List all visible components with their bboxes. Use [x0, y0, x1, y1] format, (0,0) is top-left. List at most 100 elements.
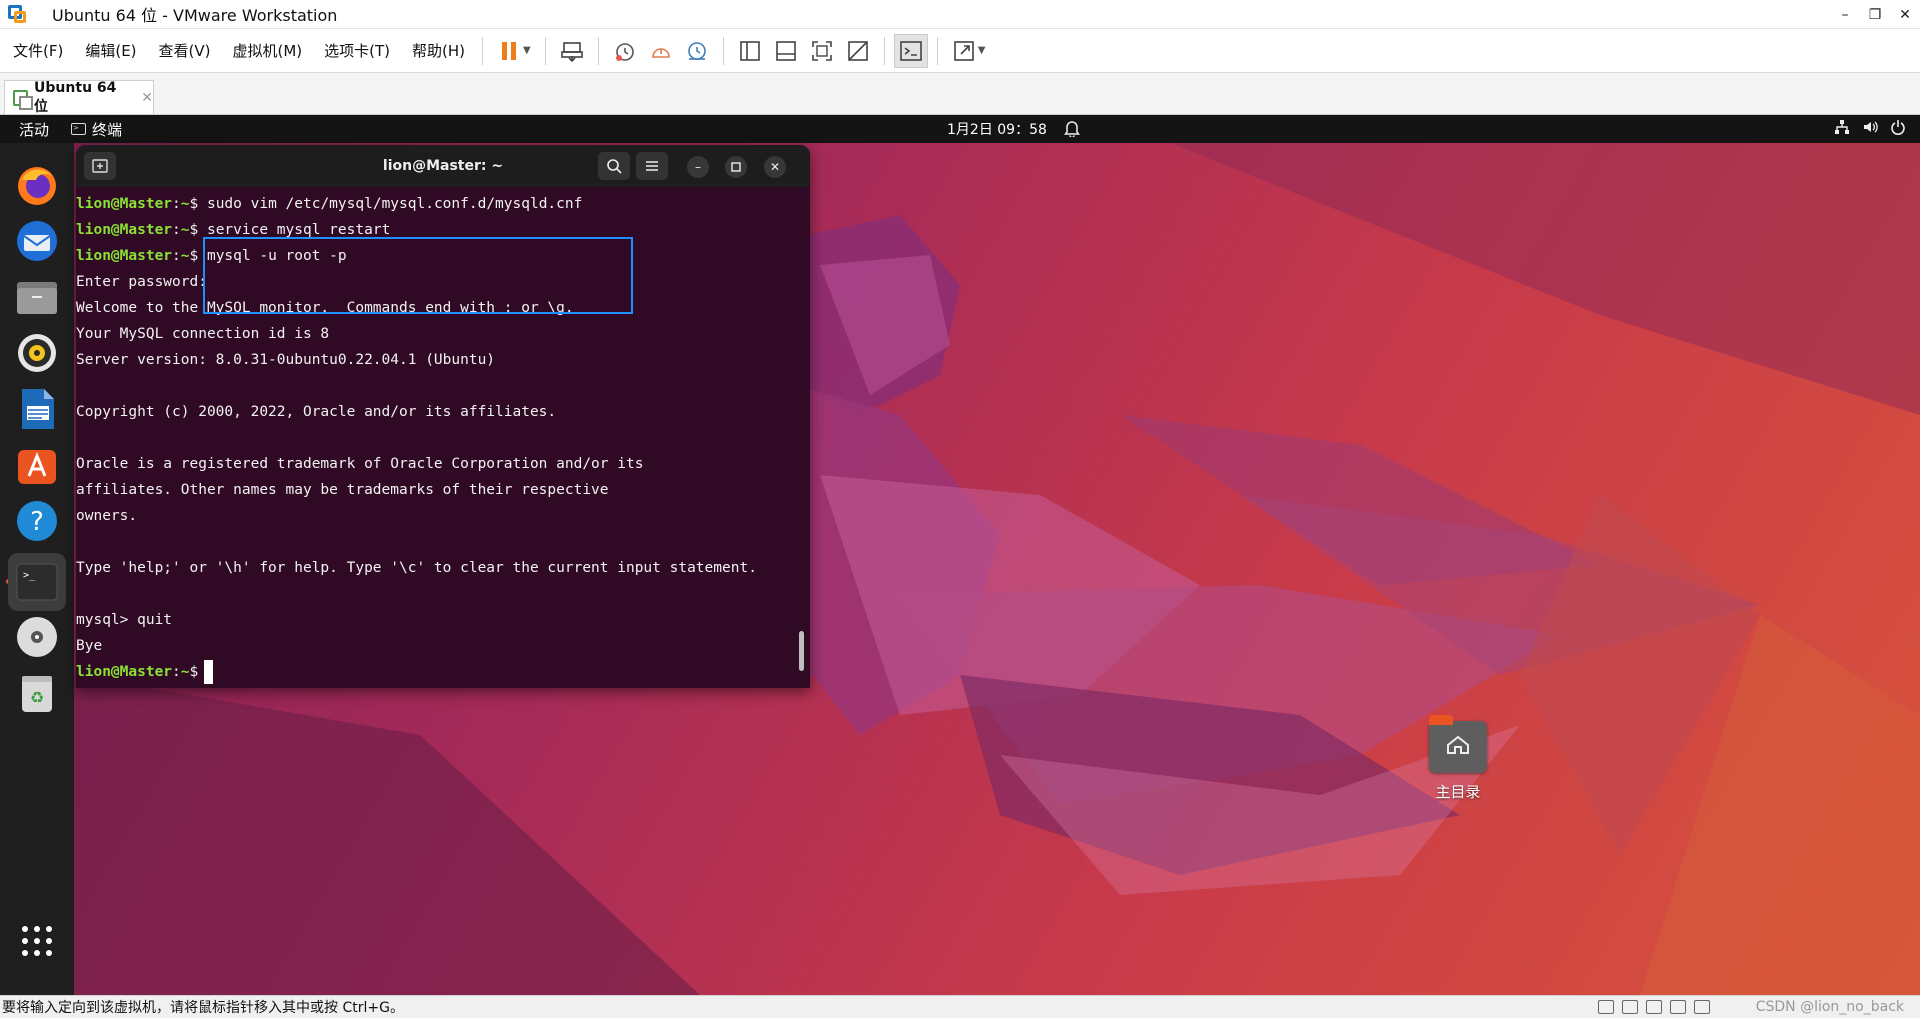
toolbar-separator: [722, 36, 724, 65]
vmware-titlebar: Ubuntu 64 位 - VMware Workstation – ❐ ✕: [0, 0, 1920, 29]
search-button[interactable]: [598, 152, 630, 180]
output-line: Welcome to the MySQL monitor. Commands e…: [76, 300, 574, 316]
toolbar-separator: [883, 36, 885, 65]
command-line: lion@Master:~$ sudo vim /etc/mysql/mysql…: [76, 196, 583, 212]
terminal-headerbar[interactable]: lion@Master: ~ – ✕: [76, 145, 810, 187]
output-line: owners.: [76, 508, 138, 524]
toolbar-separator: [544, 36, 546, 65]
menu-button[interactable]: [636, 152, 668, 180]
output-line: Your MySQL connection id is 8: [76, 326, 330, 342]
toolbar-separator: [597, 36, 599, 65]
notification-bell-icon[interactable]: [1064, 119, 1080, 137]
usb-icon[interactable]: [1670, 1000, 1686, 1014]
rhythmbox-icon[interactable]: [13, 329, 61, 377]
svg-text:>_: >_: [23, 570, 36, 581]
files-icon[interactable]: [13, 273, 61, 321]
view-thumbnail-icon[interactable]: [769, 34, 803, 68]
vm-icon: [13, 89, 34, 110]
pause-dropdown-chevron-icon[interactable]: ▼: [523, 45, 531, 56]
libreoffice-writer-icon[interactable]: [13, 385, 61, 433]
cd-rom-icon[interactable]: [1622, 1000, 1638, 1014]
firefox-icon[interactable]: [13, 161, 61, 209]
tab-close-icon[interactable]: ✕: [141, 90, 153, 106]
output-line: Enter password:: [76, 274, 207, 290]
unity-icon[interactable]: [841, 34, 875, 68]
home-folder-label: 主目录: [1435, 783, 1481, 801]
search-icon: [607, 159, 622, 174]
menu-view[interactable]: 查看(V): [150, 40, 220, 61]
terminal-scrollbar[interactable]: [799, 631, 804, 671]
volume-icon: [1864, 121, 1878, 133]
view-console-icon[interactable]: [733, 34, 767, 68]
terminal-window[interactable]: lion@Master: ~ – ✕ lion@Master:~$ sudo v…: [76, 145, 810, 688]
desktop-home-folder[interactable]: 主目录: [1423, 715, 1493, 802]
menu-file[interactable]: 文件(F): [4, 40, 72, 61]
toolbar-separator: [482, 36, 484, 65]
activities-button[interactable]: 活动: [19, 119, 49, 140]
system-tray[interactable]: [1834, 119, 1906, 135]
svg-text:♻: ♻: [30, 688, 44, 707]
network-icon: [1835, 120, 1849, 134]
active-prompt-line[interactable]: lion@Master:~$: [76, 659, 810, 685]
app-menu[interactable]: > 终端: [71, 119, 122, 140]
menu-vm[interactable]: 虚拟机(M): [224, 40, 312, 61]
pause-icon[interactable]: [492, 34, 526, 68]
command-text: service mysql restart: [206, 222, 391, 238]
stretch-icon[interactable]: [947, 34, 981, 68]
terminal-console-icon[interactable]: [893, 33, 928, 68]
snapshot-manager-icon[interactable]: [680, 34, 714, 68]
show-apps-icon[interactable]: [13, 917, 61, 965]
vmware-statusbar: 要将输入定向到该虚拟机，请将鼠标指针移入其中或按 Ctrl+G。 CSDN @l…: [0, 995, 1920, 1018]
output-line: Server version: 8.0.31-0ubuntu0.22.04.1 …: [76, 352, 496, 368]
text-cursor: [204, 660, 214, 684]
trash-icon[interactable]: ♻: [13, 669, 61, 717]
device-status-icons[interactable]: [1598, 1000, 1710, 1014]
watermark: CSDN @lion_no_back: [1755, 999, 1904, 1015]
app-menu-label: 终端: [92, 120, 123, 139]
help-icon[interactable]: ?: [13, 497, 61, 545]
command-line: lion@Master:~$ mysql -u root -p: [76, 248, 347, 264]
output-line: Copyright (c) 2000, 2022, Oracle and/or …: [76, 404, 557, 420]
clock[interactable]: 1月2日 09：58: [947, 119, 1047, 139]
stretch-dropdown-chevron-icon[interactable]: ▼: [978, 45, 986, 56]
disc-icon[interactable]: [13, 613, 61, 661]
terminal-close-button[interactable]: ✕: [764, 156, 786, 178]
hard-disk-icon[interactable]: [1598, 1000, 1614, 1014]
network-adapter-icon[interactable]: [1646, 1000, 1662, 1014]
command-line: lion@Master:~$ service mysql restart: [76, 222, 391, 238]
terminal-mini-icon: >: [71, 123, 87, 135]
fullscreen-icon[interactable]: [805, 34, 839, 68]
restore-button[interactable]: ❐: [1860, 0, 1890, 29]
menu-tabs[interactable]: 选项卡(T): [315, 40, 399, 61]
send-ctrl-alt-del-icon[interactable]: [555, 34, 589, 68]
vm-tabbar: Ubuntu 64 位 ✕: [0, 73, 1920, 115]
snapshot-take-icon[interactable]: [608, 34, 642, 68]
output-line: mysql> quit: [76, 612, 173, 628]
output-line: Type 'help;' or '\h' for help. Type '\c'…: [76, 560, 757, 576]
gnome-topbar: 活动 > 终端 1月2日 09：58: [0, 115, 1920, 143]
tab-ubuntu[interactable]: Ubuntu 64 位 ✕: [4, 79, 154, 115]
sound-card-icon[interactable]: [1694, 1000, 1710, 1014]
menu-edit[interactable]: 编辑(E): [76, 40, 145, 61]
terminal-dock-icon[interactable]: >_: [8, 553, 66, 611]
thunderbird-icon[interactable]: [13, 217, 61, 265]
menu-help[interactable]: 帮助(H): [403, 40, 474, 61]
close-button[interactable]: ✕: [1890, 0, 1920, 29]
terminal-minimize-button[interactable]: –: [687, 156, 709, 178]
hamburger-icon: [646, 161, 658, 171]
toolbar-separator: [936, 36, 938, 65]
output-line: affiliates. Other names may be trademark…: [76, 482, 609, 498]
output-line: Oracle is a registered trademark of Orac…: [76, 456, 644, 472]
new-tab-button[interactable]: [84, 152, 116, 180]
terminal-maximize-button[interactable]: [725, 156, 747, 178]
guest-display[interactable]: 活动 > 终端 1月2日 09：58 ? >_ ♻ lion@Master: ~…: [0, 115, 1920, 995]
minimize-button[interactable]: –: [1830, 0, 1860, 29]
home-folder-icon: [1429, 715, 1487, 773]
tab-label: Ubuntu 64 位: [34, 79, 117, 115]
snapshot-revert-icon[interactable]: [644, 34, 678, 68]
terminal-content[interactable]: lion@Master:~$ sudo vim /etc/mysql/mysql…: [76, 187, 810, 685]
app-center-icon[interactable]: [13, 441, 61, 489]
